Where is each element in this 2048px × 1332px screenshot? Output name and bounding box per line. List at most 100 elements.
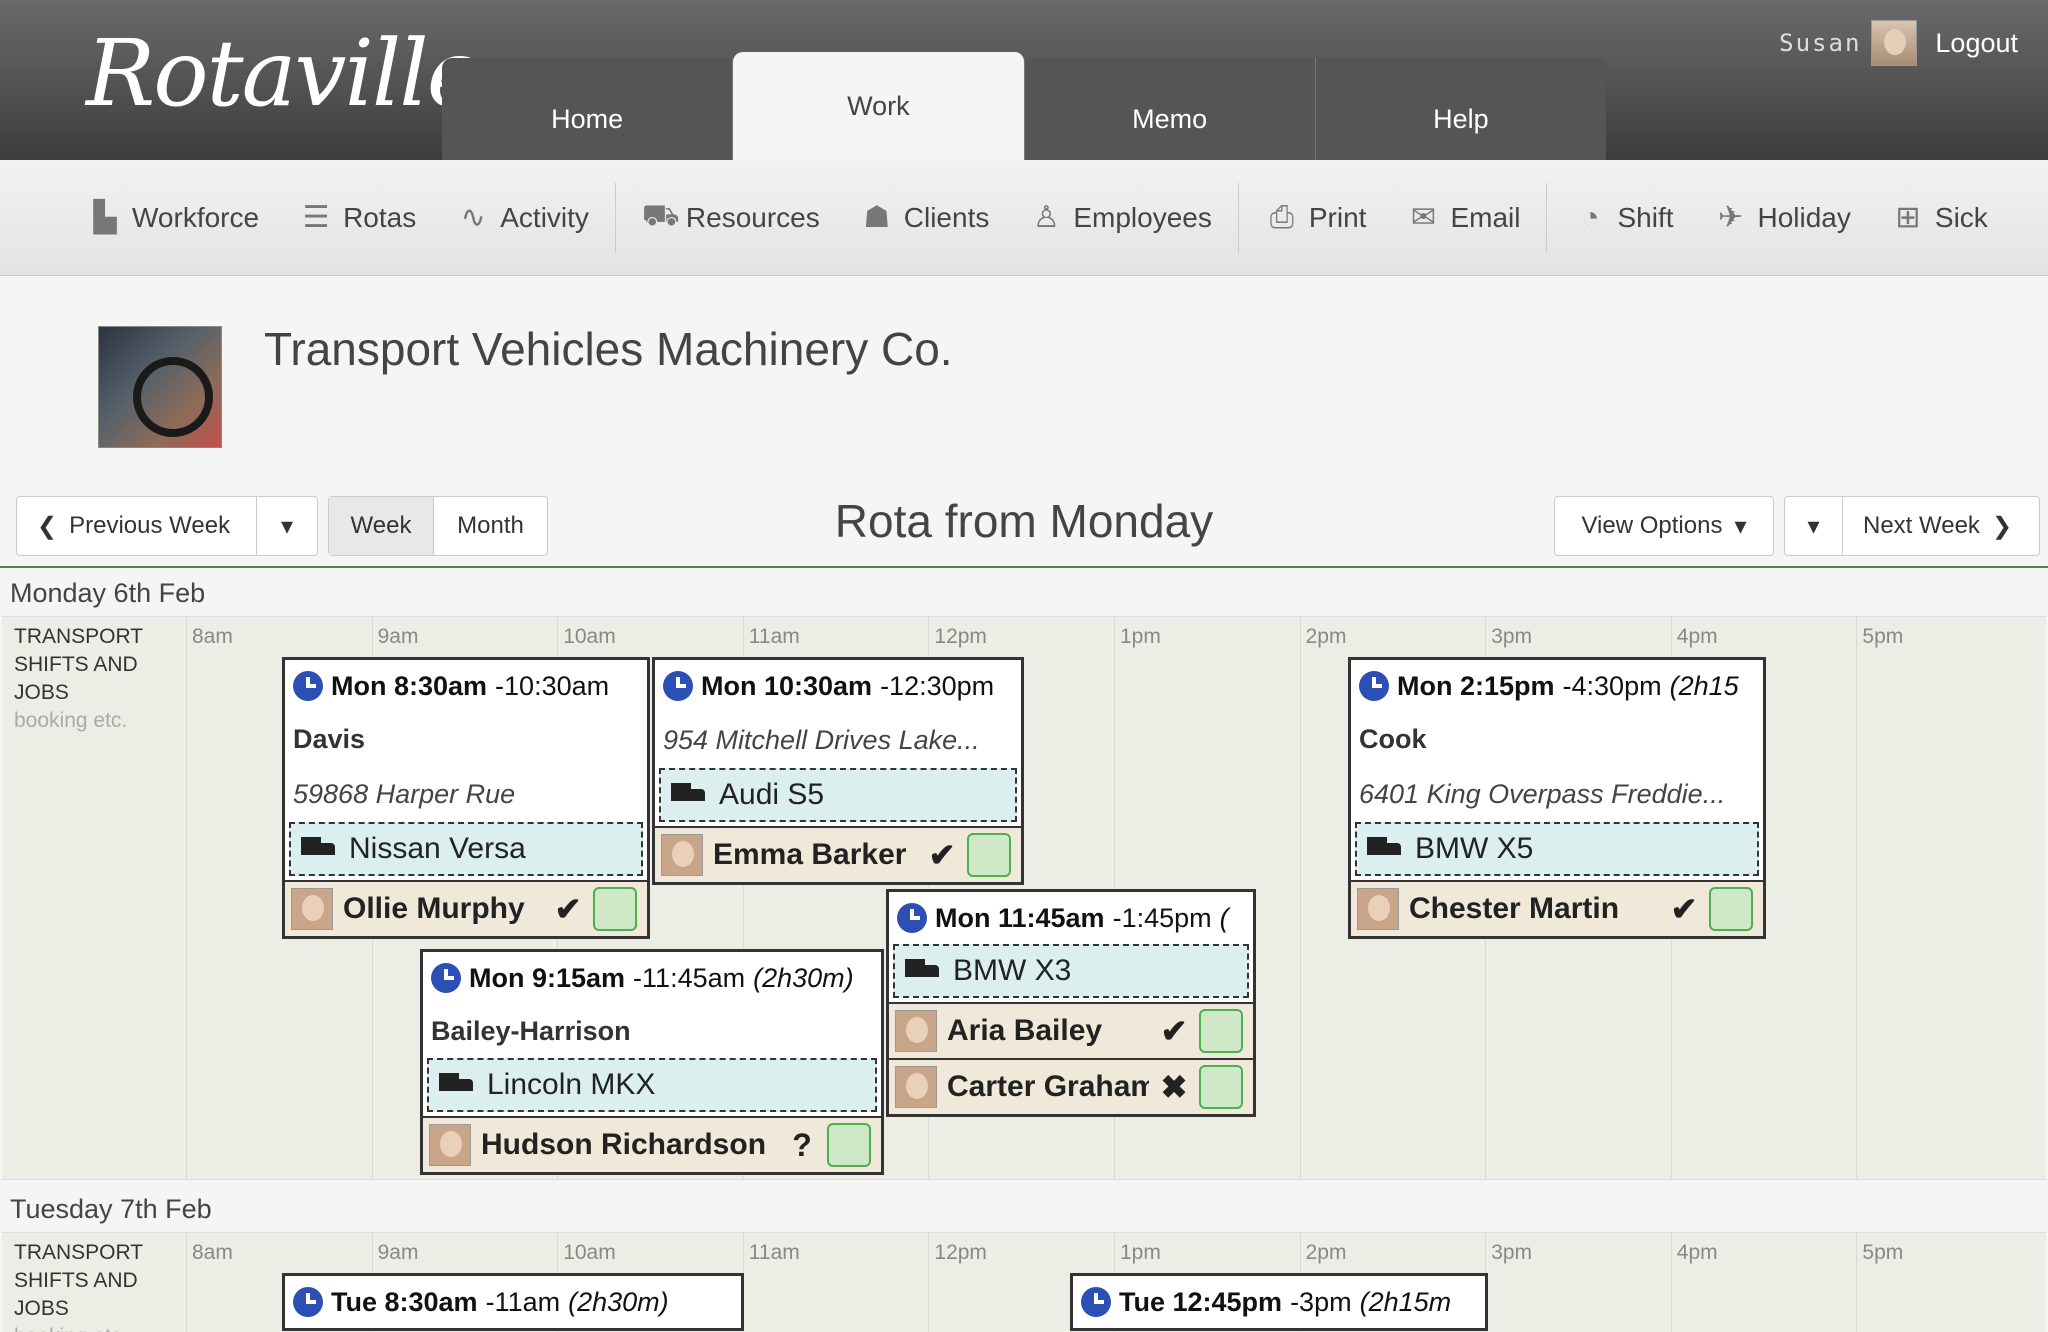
shift-duration: (2h15 bbox=[1669, 670, 1739, 701]
confirm-checkbox[interactable] bbox=[827, 1123, 871, 1167]
app-logo[interactable]: Rotaville bbox=[86, 20, 481, 127]
truck-icon bbox=[1367, 837, 1401, 861]
shift-duration: (2h15m bbox=[1359, 1286, 1452, 1317]
assigned-employee[interactable]: Hudson Richardson? bbox=[423, 1116, 881, 1172]
vehicle-resource[interactable]: Nissan Versa bbox=[289, 822, 643, 876]
hour-label: 12pm bbox=[934, 625, 987, 648]
medical-icon: ⊞ bbox=[1895, 201, 1921, 234]
assigned-employee[interactable]: Chester Martin ✔ bbox=[1351, 880, 1763, 936]
next-week-group: ▾ Next Week ❯ bbox=[1784, 496, 2040, 556]
cross-icon: ✖ bbox=[1160, 1069, 1188, 1105]
row-label-sub: booking etc. bbox=[14, 1323, 143, 1332]
hour-gridline bbox=[1856, 617, 1858, 1179]
hour-label: 2pm bbox=[1305, 625, 1347, 648]
row-label-line: TRANSPORT bbox=[14, 1241, 144, 1264]
print-button[interactable]: ⎙ Print bbox=[1245, 183, 1387, 253]
vehicle-name: Audi S5 bbox=[719, 778, 825, 811]
tab-work[interactable]: Work bbox=[733, 52, 1025, 160]
check-icon: ✔ bbox=[1160, 1013, 1188, 1049]
shift-end: -11:45am bbox=[633, 962, 746, 993]
hour-label: 8am bbox=[192, 625, 233, 648]
hour-label: 2pm bbox=[1305, 1241, 1347, 1264]
vehicle-name: BMW X5 bbox=[1415, 832, 1534, 865]
next-week-button[interactable]: Next Week ❯ bbox=[1843, 497, 2039, 555]
shift-button[interactable]: ◔ Shift bbox=[1553, 183, 1693, 253]
shift-label: Shift bbox=[1617, 201, 1674, 233]
hour-label: 4pm bbox=[1676, 625, 1718, 648]
holiday-button[interactable]: ✈ Holiday bbox=[1694, 183, 1871, 253]
rotas-button[interactable]: ☰ Rotas bbox=[279, 183, 436, 253]
shift-card[interactable]: Tue 8:30am -11am (2h30m) bbox=[282, 1273, 744, 1331]
shift-card[interactable]: Mon 9:15am -11:45am (2h30m) Bailey-Harrison… bbox=[420, 949, 884, 1175]
shift-end: -1:45pm bbox=[1112, 902, 1212, 933]
view-options-button[interactable]: View Options ▾ bbox=[1555, 497, 1773, 555]
holiday-label: Holiday bbox=[1757, 201, 1851, 233]
vehicle-resource[interactable]: BMW X5 bbox=[1355, 822, 1759, 876]
employee-avatar bbox=[1357, 888, 1399, 930]
vehicle-resource[interactable]: Lincoln MKX bbox=[427, 1058, 877, 1112]
row-label-sub: booking etc. bbox=[14, 709, 128, 732]
logout-link[interactable]: Logout bbox=[1935, 28, 2018, 59]
employee-avatar bbox=[429, 1124, 471, 1166]
row-label: TRANSPORT SHIFTS AND JOBS booking etc. bbox=[14, 623, 143, 735]
sick-button[interactable]: ⊞ Sick bbox=[1871, 183, 2008, 253]
activity-button[interactable]: ∿ Activity bbox=[436, 183, 609, 253]
hour-gridline bbox=[1299, 617, 1301, 1179]
assigned-employee[interactable]: Aria Bailey ✔ bbox=[889, 1002, 1253, 1058]
hour-gridline bbox=[186, 1233, 187, 1332]
tab-memo[interactable]: Memo bbox=[1025, 58, 1316, 160]
clock-icon bbox=[293, 671, 323, 701]
row-label-line: JOBS bbox=[14, 681, 69, 704]
assigned-employee[interactable]: Ollie Murphy ✔ bbox=[285, 880, 647, 936]
hour-label: 11am bbox=[748, 625, 800, 648]
shift-card[interactable]: Mon 10:30am -12:30pm 954 Mitchell Drives L… bbox=[652, 657, 1024, 885]
assigned-employee[interactable]: Carter Graham ✖ bbox=[889, 1058, 1253, 1114]
caret-down-icon: ▾ bbox=[1807, 512, 1820, 540]
confirm-checkbox[interactable] bbox=[1709, 887, 1753, 931]
confirm-checkbox[interactable] bbox=[1199, 1009, 1243, 1053]
shift-card[interactable]: Tue 12:45pm -3pm (2h15m bbox=[1070, 1273, 1488, 1331]
job-address: 59868 Harper Rue bbox=[293, 778, 516, 809]
vehicle-name: Lincoln MKX bbox=[487, 1068, 656, 1101]
envelope-icon: ✉ bbox=[1410, 201, 1437, 234]
hour-label: 1pm bbox=[1120, 625, 1161, 648]
shift-card[interactable]: Mon 2:15pm -4:30pm (2h15 Cook 6401 King Over… bbox=[1348, 657, 1766, 939]
confirm-checkbox[interactable] bbox=[593, 887, 637, 931]
view-options-group: View Options ▾ bbox=[1554, 496, 1774, 556]
check-icon: ✔ bbox=[1670, 891, 1698, 927]
day-grid: TRANSPORT SHIFTS AND JOBS booking etc. 8… bbox=[2, 1232, 2046, 1332]
factory-icon: ▙ bbox=[93, 201, 117, 234]
vehicle-resource[interactable]: BMW X3 bbox=[893, 944, 1249, 998]
header-divider bbox=[0, 566, 2048, 568]
row-label: TRANSPORT SHIFTS AND JOBS booking etc. bbox=[14, 1239, 143, 1332]
shift-start: Mon 10:30am bbox=[701, 670, 873, 701]
hour-gridline bbox=[1856, 1233, 1858, 1332]
confirm-checkbox[interactable] bbox=[1199, 1065, 1243, 1109]
truck-icon bbox=[671, 783, 705, 807]
confirm-checkbox[interactable] bbox=[967, 833, 1011, 877]
print-label: Print bbox=[1308, 201, 1367, 233]
hour-label: 10am bbox=[563, 1241, 616, 1264]
resources-button[interactable]: ⛟ Resources bbox=[622, 183, 840, 253]
assigned-employee[interactable]: Emma Barker ✔ bbox=[655, 826, 1021, 882]
employees-button[interactable]: ♙ Employees bbox=[1009, 183, 1232, 253]
shift-card[interactable]: Mon 8:30am -10:30am Davis 59868 Harper Rue N… bbox=[282, 657, 650, 939]
truck-icon bbox=[439, 1073, 473, 1097]
tab-help[interactable]: Help bbox=[1316, 58, 1606, 160]
toolbar-divider bbox=[614, 182, 616, 253]
employee-avatar bbox=[661, 834, 703, 876]
shift-end: -3pm bbox=[1290, 1286, 1352, 1317]
vehicle-resource[interactable]: Audi S5 bbox=[659, 768, 1017, 822]
next-week-dropdown[interactable]: ▾ bbox=[1785, 497, 1843, 555]
email-button[interactable]: ✉ Email bbox=[1386, 183, 1540, 253]
hour-label: 10am bbox=[563, 625, 616, 648]
tab-home[interactable]: Home bbox=[442, 58, 734, 160]
workforce-button[interactable]: ▙ Workforce bbox=[68, 183, 279, 253]
list-icon: ☰ bbox=[302, 201, 330, 234]
clients-button[interactable]: ☗ Clients bbox=[840, 183, 1010, 253]
employee-name: Carter Graham bbox=[947, 1070, 1149, 1103]
hour-label: 8am bbox=[192, 1241, 233, 1264]
hour-label: 12pm bbox=[934, 1241, 987, 1264]
user-avatar[interactable] bbox=[1871, 20, 1918, 66]
shift-card[interactable]: Mon 11:45am -1:45pm(BMW X3 Aria Bailey ✔ Car… bbox=[886, 889, 1256, 1117]
